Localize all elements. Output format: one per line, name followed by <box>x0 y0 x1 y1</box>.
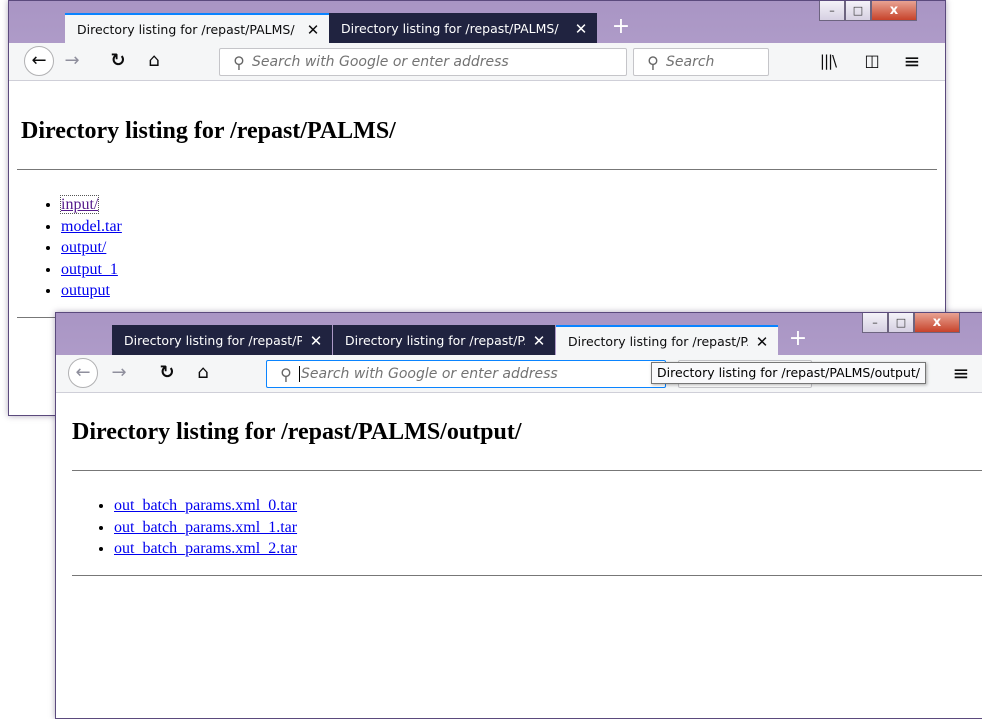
new-tab-button[interactable]: + <box>784 325 812 355</box>
list-item: model.tar <box>61 216 122 238</box>
file-list: input/ model.tar output/ output_1 outupu… <box>39 194 122 302</box>
reload-icon[interactable]: ↻ <box>105 49 131 73</box>
window-controls: – □ x <box>819 1 917 21</box>
list-item: output_1 <box>61 259 122 281</box>
url-bar[interactable]: ⚲ Search with Google or enter address <box>266 360 666 388</box>
menu-icon[interactable]: ≡ <box>948 361 974 385</box>
maximize-button[interactable]: □ <box>845 1 871 21</box>
divider <box>17 169 937 170</box>
url-placeholder: Search with Google or enter address <box>301 366 558 382</box>
tab-palms[interactable]: Directory listing for /repast/PALMS/ ✕ <box>65 13 329 44</box>
close-tab-icon[interactable]: ✕ <box>305 21 321 39</box>
tab-title: Directory listing for /repast/PALMS/outp… <box>568 334 748 349</box>
sidebar-icon[interactable]: ◫ <box>859 49 885 73</box>
close-window-button[interactable]: x <box>914 313 960 333</box>
divider <box>72 575 982 576</box>
tab-title: Directory listing for /repast/PALMS/ <box>341 21 559 36</box>
back-icon[interactable]: ← <box>24 46 54 76</box>
new-tab-button[interactable]: + <box>607 13 635 43</box>
list-item: output/ <box>61 237 122 259</box>
forward-icon[interactable]: → <box>59 49 85 73</box>
library-icon[interactable]: |||\ <box>815 49 841 73</box>
search-icon: ⚲ <box>647 52 659 72</box>
file-link-output-1[interactable]: output_1 <box>61 261 118 278</box>
file-link-params-1[interactable]: out_batch_params.xml_1.tar <box>114 519 297 536</box>
file-link-model[interactable]: model.tar <box>61 218 122 235</box>
file-link-outuput[interactable]: outuput <box>61 282 110 299</box>
search-icon: ⚲ <box>233 52 245 72</box>
tab-strip: Directory listing for /repast/PALMS/ ✕ D… <box>9 1 945 44</box>
forward-icon[interactable]: → <box>106 361 132 385</box>
maximize-button[interactable]: □ <box>888 313 914 333</box>
minimize-button[interactable]: – <box>862 313 888 333</box>
navigation-toolbar: ← → ↻ ⌂ ⚲ Search with Google or enter ad… <box>9 43 945 81</box>
url-bar[interactable]: ⚲ Search with Google or enter address <box>219 48 627 76</box>
page-content: Directory listing for /repast/PALMS/outp… <box>56 393 982 718</box>
list-item: input/ <box>59 194 122 216</box>
tab-palms[interactable]: Directory listing for /repast/PALMS/ ✕ <box>112 325 332 356</box>
close-tab-icon[interactable]: ✕ <box>754 333 770 351</box>
list-item: out_batch_params.xml_2.tar <box>114 538 297 560</box>
home-icon[interactable]: ⌂ <box>141 49 167 73</box>
url-placeholder: Search with Google or enter address <box>252 54 509 70</box>
close-tab-icon[interactable]: ✕ <box>573 20 589 38</box>
tab-output[interactable]: Directory listing for /repast/PALMS/outp… <box>556 325 778 356</box>
tab-tooltip: Directory listing for /repast/PALMS/outp… <box>651 362 927 384</box>
tab-title: Directory listing for /repast/PALMS/ <box>77 22 295 37</box>
tab-title: Directory listing for /repast/PALMS/ <box>345 333 525 348</box>
search-placeholder: Search <box>666 54 715 70</box>
search-bar[interactable]: ⚲ Search <box>633 48 769 76</box>
list-item: outuput <box>61 280 122 302</box>
menu-icon[interactable]: ≡ <box>899 49 925 73</box>
close-tab-icon[interactable]: ✕ <box>308 332 324 350</box>
list-item: out_batch_params.xml_1.tar <box>114 517 297 539</box>
close-window-button[interactable]: x <box>871 1 917 21</box>
tab-strip: Directory listing for /repast/PALMS/ ✕ D… <box>56 313 982 356</box>
divider <box>72 470 982 471</box>
tab-palms-2[interactable]: Directory listing for /repast/PALMS/ ✕ <box>333 325 555 356</box>
file-list: out_batch_params.xml_0.tar out_batch_par… <box>92 495 297 560</box>
text-cursor <box>299 366 300 382</box>
window-controls: – □ x <box>862 313 960 333</box>
minimize-button[interactable]: – <box>819 1 845 21</box>
tab-title: Directory listing for /repast/PALMS/ <box>124 333 302 348</box>
close-tab-icon[interactable]: ✕ <box>531 332 547 350</box>
file-link-input[interactable]: input/ <box>59 195 100 214</box>
file-link-params-2[interactable]: out_batch_params.xml_2.tar <box>114 540 297 557</box>
home-icon[interactable]: ⌂ <box>190 361 216 385</box>
reload-icon[interactable]: ↻ <box>154 361 180 385</box>
file-link-output[interactable]: output/ <box>61 239 106 256</box>
page-title: Directory listing for /repast/PALMS/ <box>21 118 396 144</box>
page-title: Directory listing for /repast/PALMS/outp… <box>72 419 522 445</box>
tab-palms-2[interactable]: Directory listing for /repast/PALMS/ ✕ <box>329 13 597 44</box>
back-icon[interactable]: ← <box>68 358 98 388</box>
list-item: out_batch_params.xml_0.tar <box>114 495 297 517</box>
file-link-params-0[interactable]: out_batch_params.xml_0.tar <box>114 497 297 514</box>
search-icon: ⚲ <box>280 364 292 384</box>
